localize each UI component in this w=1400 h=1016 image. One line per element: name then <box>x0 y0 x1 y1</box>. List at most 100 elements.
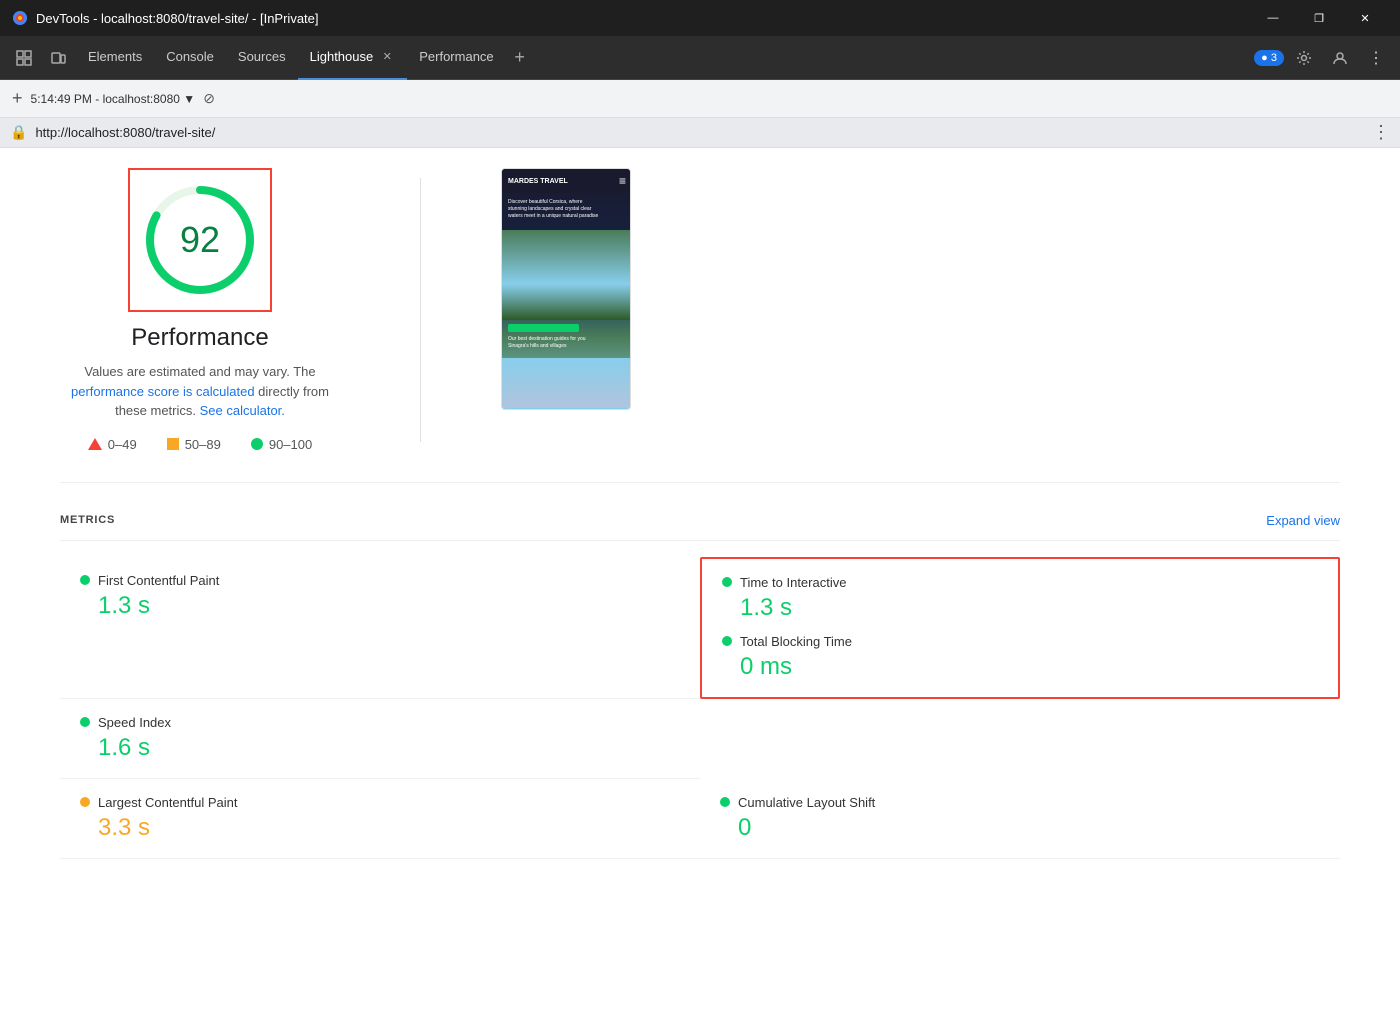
score-ring: 92 <box>140 180 260 300</box>
block-icon: ⊘ <box>203 90 215 107</box>
performance-title: Performance <box>131 324 268 352</box>
url-bar: 🔒 http://localhost:8080/travel-site/ ⋮ <box>0 118 1400 148</box>
metric-lcp-value: 3.3 s <box>98 814 680 842</box>
legend-average: 50–89 <box>167 437 221 452</box>
notification-badge: ● 3 <box>1254 50 1284 66</box>
legend-pass: 90–100 <box>251 437 312 452</box>
metric-tti-dot <box>722 577 732 587</box>
metric-lcp-dot <box>80 797 90 807</box>
metric-tbt-name: Total Blocking Time <box>740 634 852 649</box>
dropdown-icon[interactable]: ▼ <box>183 92 195 106</box>
timestamp: 5:14:49 PM - localhost:8080 ▼ <box>31 92 196 106</box>
divider <box>420 178 421 442</box>
minimize-button[interactable]: — <box>1250 0 1296 36</box>
metric-cls-dot <box>720 797 730 807</box>
tab-strip: Elements Console Sources Lighthouse ✕ Pe… <box>76 36 1252 80</box>
screenshot-sky-image <box>502 358 631 408</box>
metric-fcp: First Contentful Paint 1.3 s <box>60 557 700 699</box>
metric-tti-value: 1.3 s <box>740 594 1318 622</box>
metric-si-dot <box>80 717 90 727</box>
metric-si-header: Speed Index <box>80 715 680 730</box>
screenshot-mock: MARDES TRAVEL ≡ Discover beautiful Corsi… <box>502 169 631 409</box>
metric-tbt-header: Total Blocking Time <box>722 634 1318 649</box>
metric-si-value: 1.6 s <box>98 734 680 762</box>
close-button[interactable]: ✕ <box>1342 0 1388 36</box>
new-tab-button[interactable]: + <box>12 88 23 109</box>
circle-icon <box>251 438 263 450</box>
triangle-icon <box>88 438 102 450</box>
tab-sources[interactable]: Sources <box>226 36 298 80</box>
title-bar-controls: — ❐ ✕ <box>1250 0 1388 36</box>
restore-button[interactable]: ❐ <box>1296 0 1342 36</box>
metric-tti: Time to Interactive 1.3 s Total Blocking… <box>700 557 1340 699</box>
metric-lcp-header: Largest Contentful Paint <box>80 795 680 810</box>
tab-close-lighthouse[interactable]: ✕ <box>379 49 395 65</box>
metric-cls: Cumulative Layout Shift 0 <box>700 779 1340 859</box>
url-more-button[interactable]: ⋮ <box>1372 122 1390 143</box>
score-legend: 0–49 50–89 90–100 <box>88 437 312 452</box>
url-text[interactable]: http://localhost:8080/travel-site/ <box>35 125 1364 140</box>
metric-si: Speed Index 1.6 s <box>60 699 700 779</box>
tab-console-label: Console <box>166 49 214 64</box>
title-bar-left: DevTools - localhost:8080/travel-site/ -… <box>12 10 319 26</box>
page-wrapper: DevTools - localhost:8080/travel-site/ -… <box>0 0 1400 1016</box>
screenshot-text: Discover beautiful Corsica, wherestunnin… <box>502 193 631 226</box>
metric-fcp-name: First Contentful Paint <box>98 573 219 588</box>
address-row: + 5:14:49 PM - localhost:8080 ▼ ⊘ <box>0 80 1400 118</box>
metric-lcp-name: Largest Contentful Paint <box>98 795 237 810</box>
expand-view-button[interactable]: Expand view <box>1266 513 1340 528</box>
legend-fail: 0–49 <box>88 437 137 452</box>
square-icon <box>167 438 179 450</box>
title-bar-text: DevTools - localhost:8080/travel-site/ -… <box>36 11 319 26</box>
tab-sources-label: Sources <box>238 49 286 64</box>
performance-score: 92 <box>180 219 220 261</box>
metrics-section: METRICS Expand view First Contentful Pai… <box>60 513 1340 859</box>
screenshot-landscape-image <box>502 230 631 320</box>
site-logo-text: MARDES TRAVEL <box>508 178 568 185</box>
screenshot-thumbnail: MARDES TRAVEL ≡ Discover beautiful Corsi… <box>501 168 631 410</box>
metric-fcp-value: 1.3 s <box>98 592 680 620</box>
screenshot-caption: Our best destination guides for youSinag… <box>508 336 626 350</box>
tab-console[interactable]: Console <box>154 36 226 80</box>
inspect-element-button[interactable] <box>8 42 40 74</box>
metric-si-name: Speed Index <box>98 715 171 730</box>
tab-lighthouse-label: Lighthouse <box>310 49 374 64</box>
metric-lcp: Largest Contentful Paint 3.3 s <box>60 779 700 859</box>
metric-spacer <box>722 622 1318 634</box>
green-bar <box>508 324 579 332</box>
title-bar: DevTools - localhost:8080/travel-site/ -… <box>0 0 1400 36</box>
devtools-icon <box>12 10 28 26</box>
metrics-grid: First Contentful Paint 1.3 s Time to Int… <box>60 557 1340 859</box>
menu-icon: ≡ <box>619 174 626 188</box>
metric-tti-name: Time to Interactive <box>740 575 846 590</box>
lighthouse-content: 92 Performance Values are estimated and … <box>0 148 1400 879</box>
device-toggle-button[interactable] <box>42 42 74 74</box>
toolbar: Elements Console Sources Lighthouse ✕ Pe… <box>0 36 1400 80</box>
metric-cls-value: 0 <box>738 814 1320 842</box>
metric-tti-header: Time to Interactive <box>722 575 1318 590</box>
calculator-link[interactable]: See calculator. <box>200 403 285 418</box>
badge-icon: ● <box>1261 52 1271 64</box>
tab-add-button[interactable]: + <box>506 44 534 72</box>
performance-score-link[interactable]: performance score is calculated <box>71 384 258 399</box>
tab-performance-label: Performance <box>419 49 493 64</box>
toolbar-right: ● 3 ⋮ <box>1254 42 1392 74</box>
content-area: 92 Performance Values are estimated and … <box>0 148 1400 1016</box>
metric-cls-name: Cumulative Layout Shift <box>738 795 875 810</box>
settings-button[interactable] <box>1288 42 1320 74</box>
tab-performance[interactable]: Performance <box>407 36 505 80</box>
score-section: 92 Performance Values are estimated and … <box>60 168 1340 483</box>
screenshot-bottom: Our best destination guides for youSinag… <box>502 320 631 354</box>
badge-count: 3 <box>1271 52 1277 64</box>
metric-tbt-value: 0 ms <box>740 653 1318 681</box>
score-ring-container: 92 <box>128 168 272 312</box>
tab-elements-label: Elements <box>88 49 142 64</box>
tab-elements[interactable]: Elements <box>76 36 154 80</box>
profile-button[interactable] <box>1324 42 1356 74</box>
more-options-button[interactable]: ⋮ <box>1360 42 1392 74</box>
security-warning-icon: 🔒 <box>10 124 27 141</box>
metric-cls-header: Cumulative Layout Shift <box>720 795 1320 810</box>
tab-lighthouse[interactable]: Lighthouse ✕ <box>298 36 408 80</box>
metrics-header: METRICS Expand view <box>60 513 1340 541</box>
score-left: 92 Performance Values are estimated and … <box>60 168 340 452</box>
